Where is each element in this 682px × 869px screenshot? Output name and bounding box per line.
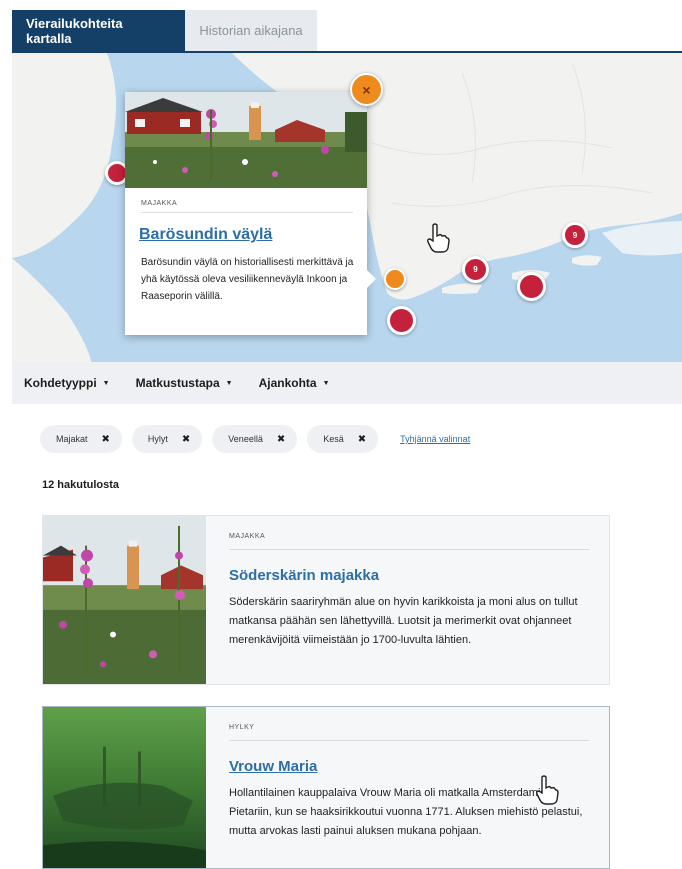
results-count: 12 hakutulosta [42, 479, 120, 491]
hand-cursor-icon [536, 775, 559, 805]
result-title-link[interactable]: Söderskärin majakka [229, 567, 379, 584]
view-tabs: Vierailukohteita kartalla Historian aika… [12, 10, 317, 51]
chip-label: Veneellä [228, 434, 263, 444]
popup-title-link[interactable]: Barösundin väylä [139, 226, 272, 244]
map-marker-cluster[interactable]: 9 [562, 222, 588, 248]
map-marker-selected[interactable] [384, 268, 406, 290]
popup-description: Barösundin väylä on historiallisesti mer… [141, 257, 354, 302]
map-popup: MAJAKKA Barösundin väylä Barösundin väyl… [125, 92, 376, 335]
tab-timeline[interactable]: Historian aikajana [185, 10, 317, 51]
filter-dropdown-kohdetyyppi[interactable]: Kohdetyyppi ▼ [24, 376, 110, 390]
result-description: Söderskärin saariryhmän alue on hyvin ka… [229, 596, 578, 646]
result-title-link[interactable]: Vrouw Maria [229, 758, 317, 775]
close-popup-button[interactable]: × [350, 73, 383, 106]
result-card[interactable]: HYLKY Vrouw Maria Hollantilainen kauppal… [42, 706, 610, 869]
filter-dropdown-ajankohta[interactable]: Ajankohta ▼ [259, 376, 330, 390]
filter-label: Ajankohta [258, 376, 317, 390]
shipwreck-thumbnail [43, 707, 206, 868]
caret-down-icon: ▼ [322, 379, 330, 387]
clear-filters-link[interactable]: Tyhjännä valinnat [400, 434, 470, 444]
result-category: HYLKY [229, 724, 255, 731]
chip-label: Kesä [323, 434, 344, 444]
result-card[interactable]: MAJAKKA Söderskärin majakka Söderskärin … [42, 515, 610, 685]
filter-chip: Majakat ✖ [40, 425, 122, 453]
caret-down-icon: ▼ [102, 379, 110, 387]
map-marker[interactable] [387, 306, 416, 335]
remove-chip-icon[interactable]: ✖ [102, 434, 110, 445]
filter-chip: Hylyt ✖ [131, 425, 203, 453]
caret-down-icon: ▼ [225, 379, 233, 387]
filter-dropdown-matkustustapa[interactable]: Matkustustapa ▼ [136, 376, 233, 390]
remove-chip-icon[interactable]: ✖ [277, 434, 285, 445]
filter-label: Matkustustapa [135, 376, 220, 390]
active-filters: Majakat ✖ Hylyt ✖ Veneellä ✖ Kesä ✖ Tyhj… [40, 425, 470, 453]
filter-bar: Kohdetyyppi ▼ Matkustustapa ▼ Ajankohta … [12, 362, 682, 404]
filter-label: Kohdetyyppi [24, 376, 97, 390]
filter-chip: Veneellä ✖ [212, 425, 298, 453]
popup-lighthouse-photo [125, 92, 367, 188]
lighthouse-thumbnail [43, 516, 206, 684]
tab-map[interactable]: Vierailukohteita kartalla [12, 10, 185, 51]
filter-chip: Kesä ✖ [307, 425, 379, 453]
map-marker[interactable] [517, 272, 546, 301]
popup-divider [141, 212, 353, 213]
hand-cursor-icon [427, 223, 450, 253]
chip-label: Majakat [56, 434, 88, 444]
remove-chip-icon[interactable]: ✖ [182, 434, 190, 445]
result-category: MAJAKKA [229, 533, 266, 540]
result-divider [229, 549, 589, 550]
chip-label: Hylyt [147, 434, 168, 444]
result-divider [229, 740, 589, 741]
map-marker-cluster[interactable]: 9 [462, 256, 489, 283]
remove-chip-icon[interactable]: ✖ [358, 434, 366, 445]
popup-category: MAJAKKA [141, 200, 178, 207]
